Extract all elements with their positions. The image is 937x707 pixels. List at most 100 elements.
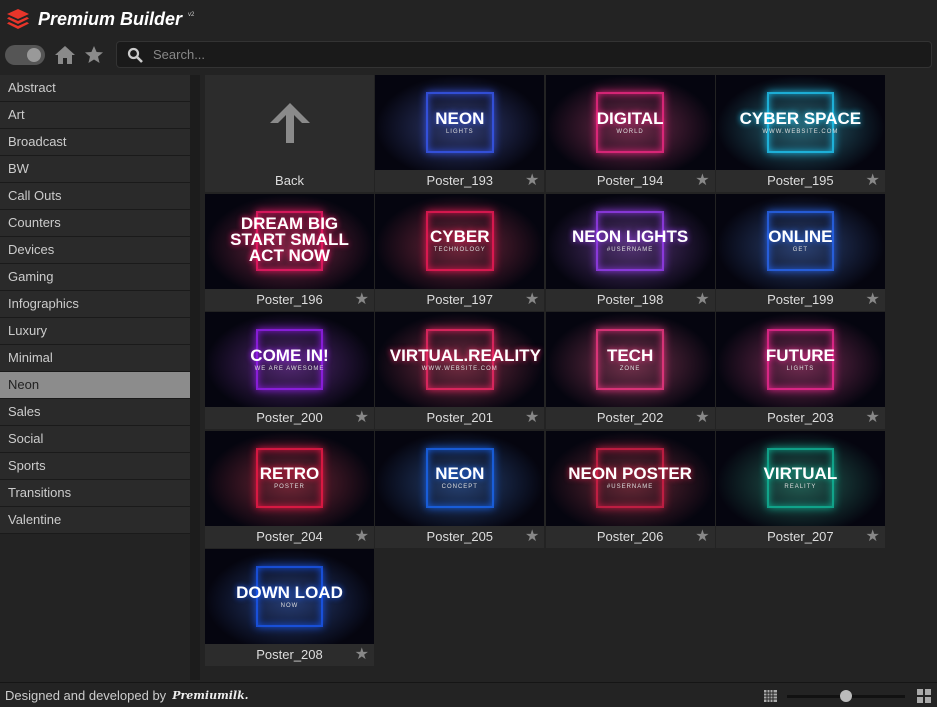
poster-subtext: ZONE xyxy=(619,365,641,372)
large-grid-icon[interactable] xyxy=(917,689,931,703)
sidebar-item-counters[interactable]: Counters xyxy=(0,210,190,237)
poster-name: Poster_199 xyxy=(767,291,834,307)
poster-thumbnail: DOWN LOAD NOW xyxy=(205,549,374,644)
search-input[interactable] xyxy=(153,47,853,62)
poster-headline: DOWN LOAD xyxy=(236,582,343,602)
poster-thumbnail: DREAM BIG START SMALL ACT NOW xyxy=(205,193,374,289)
favorite-star-icon[interactable]: ★ xyxy=(355,410,369,426)
poster-name: Poster_201 xyxy=(426,410,494,425)
favorite-star-icon[interactable]: ★ xyxy=(695,173,709,189)
favorite-star-icon[interactable]: ★ xyxy=(525,528,539,545)
poster-name: Poster_195 xyxy=(767,173,834,188)
poster-name: Poster_202 xyxy=(596,410,664,425)
poster-headline: COME IN! xyxy=(250,345,329,365)
poster-tile[interactable]: VIRTUAL REALITY Poster_207 ★ xyxy=(715,430,885,548)
favorite-star-icon[interactable]: ★ xyxy=(695,528,709,545)
poster-tile[interactable]: COME IN! WE ARE AWESOME Poster_200 ★ xyxy=(205,312,374,429)
sidebar-item-social[interactable]: Social xyxy=(0,426,190,453)
poster-subtext: NOW xyxy=(280,602,299,609)
poster-tile[interactable]: TECH ZONE Poster_202 ★ xyxy=(545,312,715,429)
sidebar-item-infographics[interactable]: Infographics xyxy=(0,291,190,318)
poster-thumbnail: CYBER SPACE WWW.WEBSITE.COM xyxy=(715,75,885,170)
sidebar-item-gaming[interactable]: Gaming xyxy=(0,264,190,291)
sidebar-item-call-outs[interactable]: Call Outs xyxy=(0,183,190,210)
poster-tile[interactable]: CYBER SPACE WWW.WEBSITE.COM Poster_195 ★ xyxy=(715,75,885,192)
sidebar-item-broadcast[interactable]: Broadcast xyxy=(0,129,190,156)
poster-headline: NEON LIGHTS xyxy=(572,227,689,246)
brand-logo[interactable]: Premiumilk. xyxy=(172,689,248,702)
poster-tile[interactable]: NEON POSTER #USERNAME Poster_206 ★ xyxy=(545,430,715,548)
search-bar[interactable] xyxy=(116,41,932,68)
favorite-star-icon[interactable]: ★ xyxy=(866,291,880,308)
poster-tile[interactable]: NEON LIGHTS Poster_193 ★ xyxy=(375,75,545,192)
poster-tile[interactable]: ONLINE GET Poster_199 ★ xyxy=(715,193,885,311)
poster-tile[interactable]: FUTURE LIGHTS Poster_203 ★ xyxy=(715,312,885,429)
app-header: Premium Builder v2 xyxy=(0,0,937,38)
poster-headline: NEON xyxy=(435,464,485,483)
sidebar-item-sports[interactable]: Sports xyxy=(0,453,190,480)
sidebar-item-transitions[interactable]: Transitions xyxy=(0,480,190,507)
poster-thumbnail: RETRO POSTER xyxy=(205,430,374,526)
poster-tile[interactable]: RETRO POSTER Poster_204 ★ xyxy=(205,430,374,548)
home-icon[interactable] xyxy=(54,45,76,65)
poster-thumbnail: NEON LIGHTS xyxy=(375,75,545,170)
arrow-up-icon xyxy=(269,102,310,143)
favorite-star-icon[interactable]: ★ xyxy=(695,291,709,308)
favorite-star-icon[interactable]: ★ xyxy=(695,410,709,426)
poster-thumbnail: NEON LIGHTS #USERNAME xyxy=(545,193,715,289)
poster-name: Poster_196 xyxy=(256,291,323,307)
sidebar-item-abstract[interactable]: Abstract xyxy=(0,75,190,102)
poster-tile[interactable]: NEON LIGHTS #USERNAME Poster_198 ★ xyxy=(545,193,715,311)
poster-name: Poster_198 xyxy=(596,291,664,307)
poster-tile[interactable]: DOWN LOAD NOW Poster_208 ★ xyxy=(205,549,374,666)
favorite-star-icon[interactable]: ★ xyxy=(525,291,539,308)
favorite-star-icon[interactable]: ★ xyxy=(866,410,880,426)
poster-tile[interactable]: CYBER TECHNOLOGY Poster_197 ★ xyxy=(375,193,545,311)
slider-knob[interactable] xyxy=(840,690,852,702)
back-tile[interactable]: Back xyxy=(205,75,374,192)
sidebar-scrollbar[interactable] xyxy=(190,75,200,680)
favorite-star-icon[interactable]: ★ xyxy=(866,528,880,545)
poster-tile[interactable]: DREAM BIG START SMALL ACT NOW Poster_196… xyxy=(205,193,374,311)
poster-tile[interactable]: VIRTUAL.REALITY WWW.WEBSITE.COM Poster_2… xyxy=(375,312,545,429)
sidebar-item-sales[interactable]: Sales xyxy=(0,399,190,426)
favorite-star-icon[interactable]: ★ xyxy=(525,173,539,189)
mode-toggle[interactable] xyxy=(5,45,45,65)
sidebar-item-luxury[interactable]: Luxury xyxy=(0,318,190,345)
sidebar-item-neon[interactable]: Neon xyxy=(0,372,190,399)
sidebar-item-art[interactable]: Art xyxy=(0,102,190,129)
poster-subtext: WWW.WEBSITE.COM xyxy=(762,128,839,135)
sidebar-item-devices[interactable]: Devices xyxy=(0,237,190,264)
favorite-star-icon[interactable]: ★ xyxy=(355,647,369,663)
poster-thumbnail: FUTURE LIGHTS xyxy=(715,312,885,407)
favorites-star-icon[interactable] xyxy=(84,45,104,65)
poster-subtext: WE ARE AWESOME xyxy=(254,365,325,372)
poster-headline: VIRTUAL xyxy=(763,464,838,483)
small-grid-icon[interactable] xyxy=(764,690,777,702)
poster-tile[interactable]: NEON CONCEPT Poster_205 ★ xyxy=(375,430,545,548)
favorite-star-icon[interactable]: ★ xyxy=(355,528,369,545)
sidebar-item-minimal[interactable]: Minimal xyxy=(0,345,190,372)
favorite-star-icon[interactable]: ★ xyxy=(866,173,880,189)
poster-name: Poster_197 xyxy=(426,291,494,307)
search-icon xyxy=(127,47,143,63)
poster-headline: ONLINE xyxy=(768,227,833,246)
poster-grid: Back NEON LIGHTS Poster_193 ★ DIGITAL WO… xyxy=(205,75,887,666)
poster-thumbnail: COME IN! WE ARE AWESOME xyxy=(205,312,374,407)
poster-subtext: #USERNAME xyxy=(606,247,654,253)
poster-headline: CYBER xyxy=(430,227,490,246)
thumbnail-size-slider[interactable] xyxy=(787,690,905,702)
poster-headline: FUTURE xyxy=(765,345,835,365)
poster-headline: DREAM BIG START SMALL ACT NOW xyxy=(230,214,349,265)
logo-layers-icon xyxy=(7,9,29,29)
sidebar-item-bw[interactable]: BW xyxy=(0,156,190,183)
sidebar-item-valentine[interactable]: Valentine xyxy=(0,507,190,534)
poster-headline: NEON xyxy=(435,108,485,128)
poster-subtext: LIGHTS xyxy=(445,128,474,135)
poster-tile[interactable]: DIGITAL WORLD Poster_194 ★ xyxy=(545,75,715,192)
favorite-star-icon[interactable]: ★ xyxy=(525,410,539,426)
poster-thumbnail: VIRTUAL REALITY xyxy=(715,430,885,526)
favorite-star-icon[interactable]: ★ xyxy=(355,291,369,308)
poster-subtext: GET xyxy=(792,247,809,253)
poster-headline: VIRTUAL.REALITY xyxy=(389,345,541,365)
